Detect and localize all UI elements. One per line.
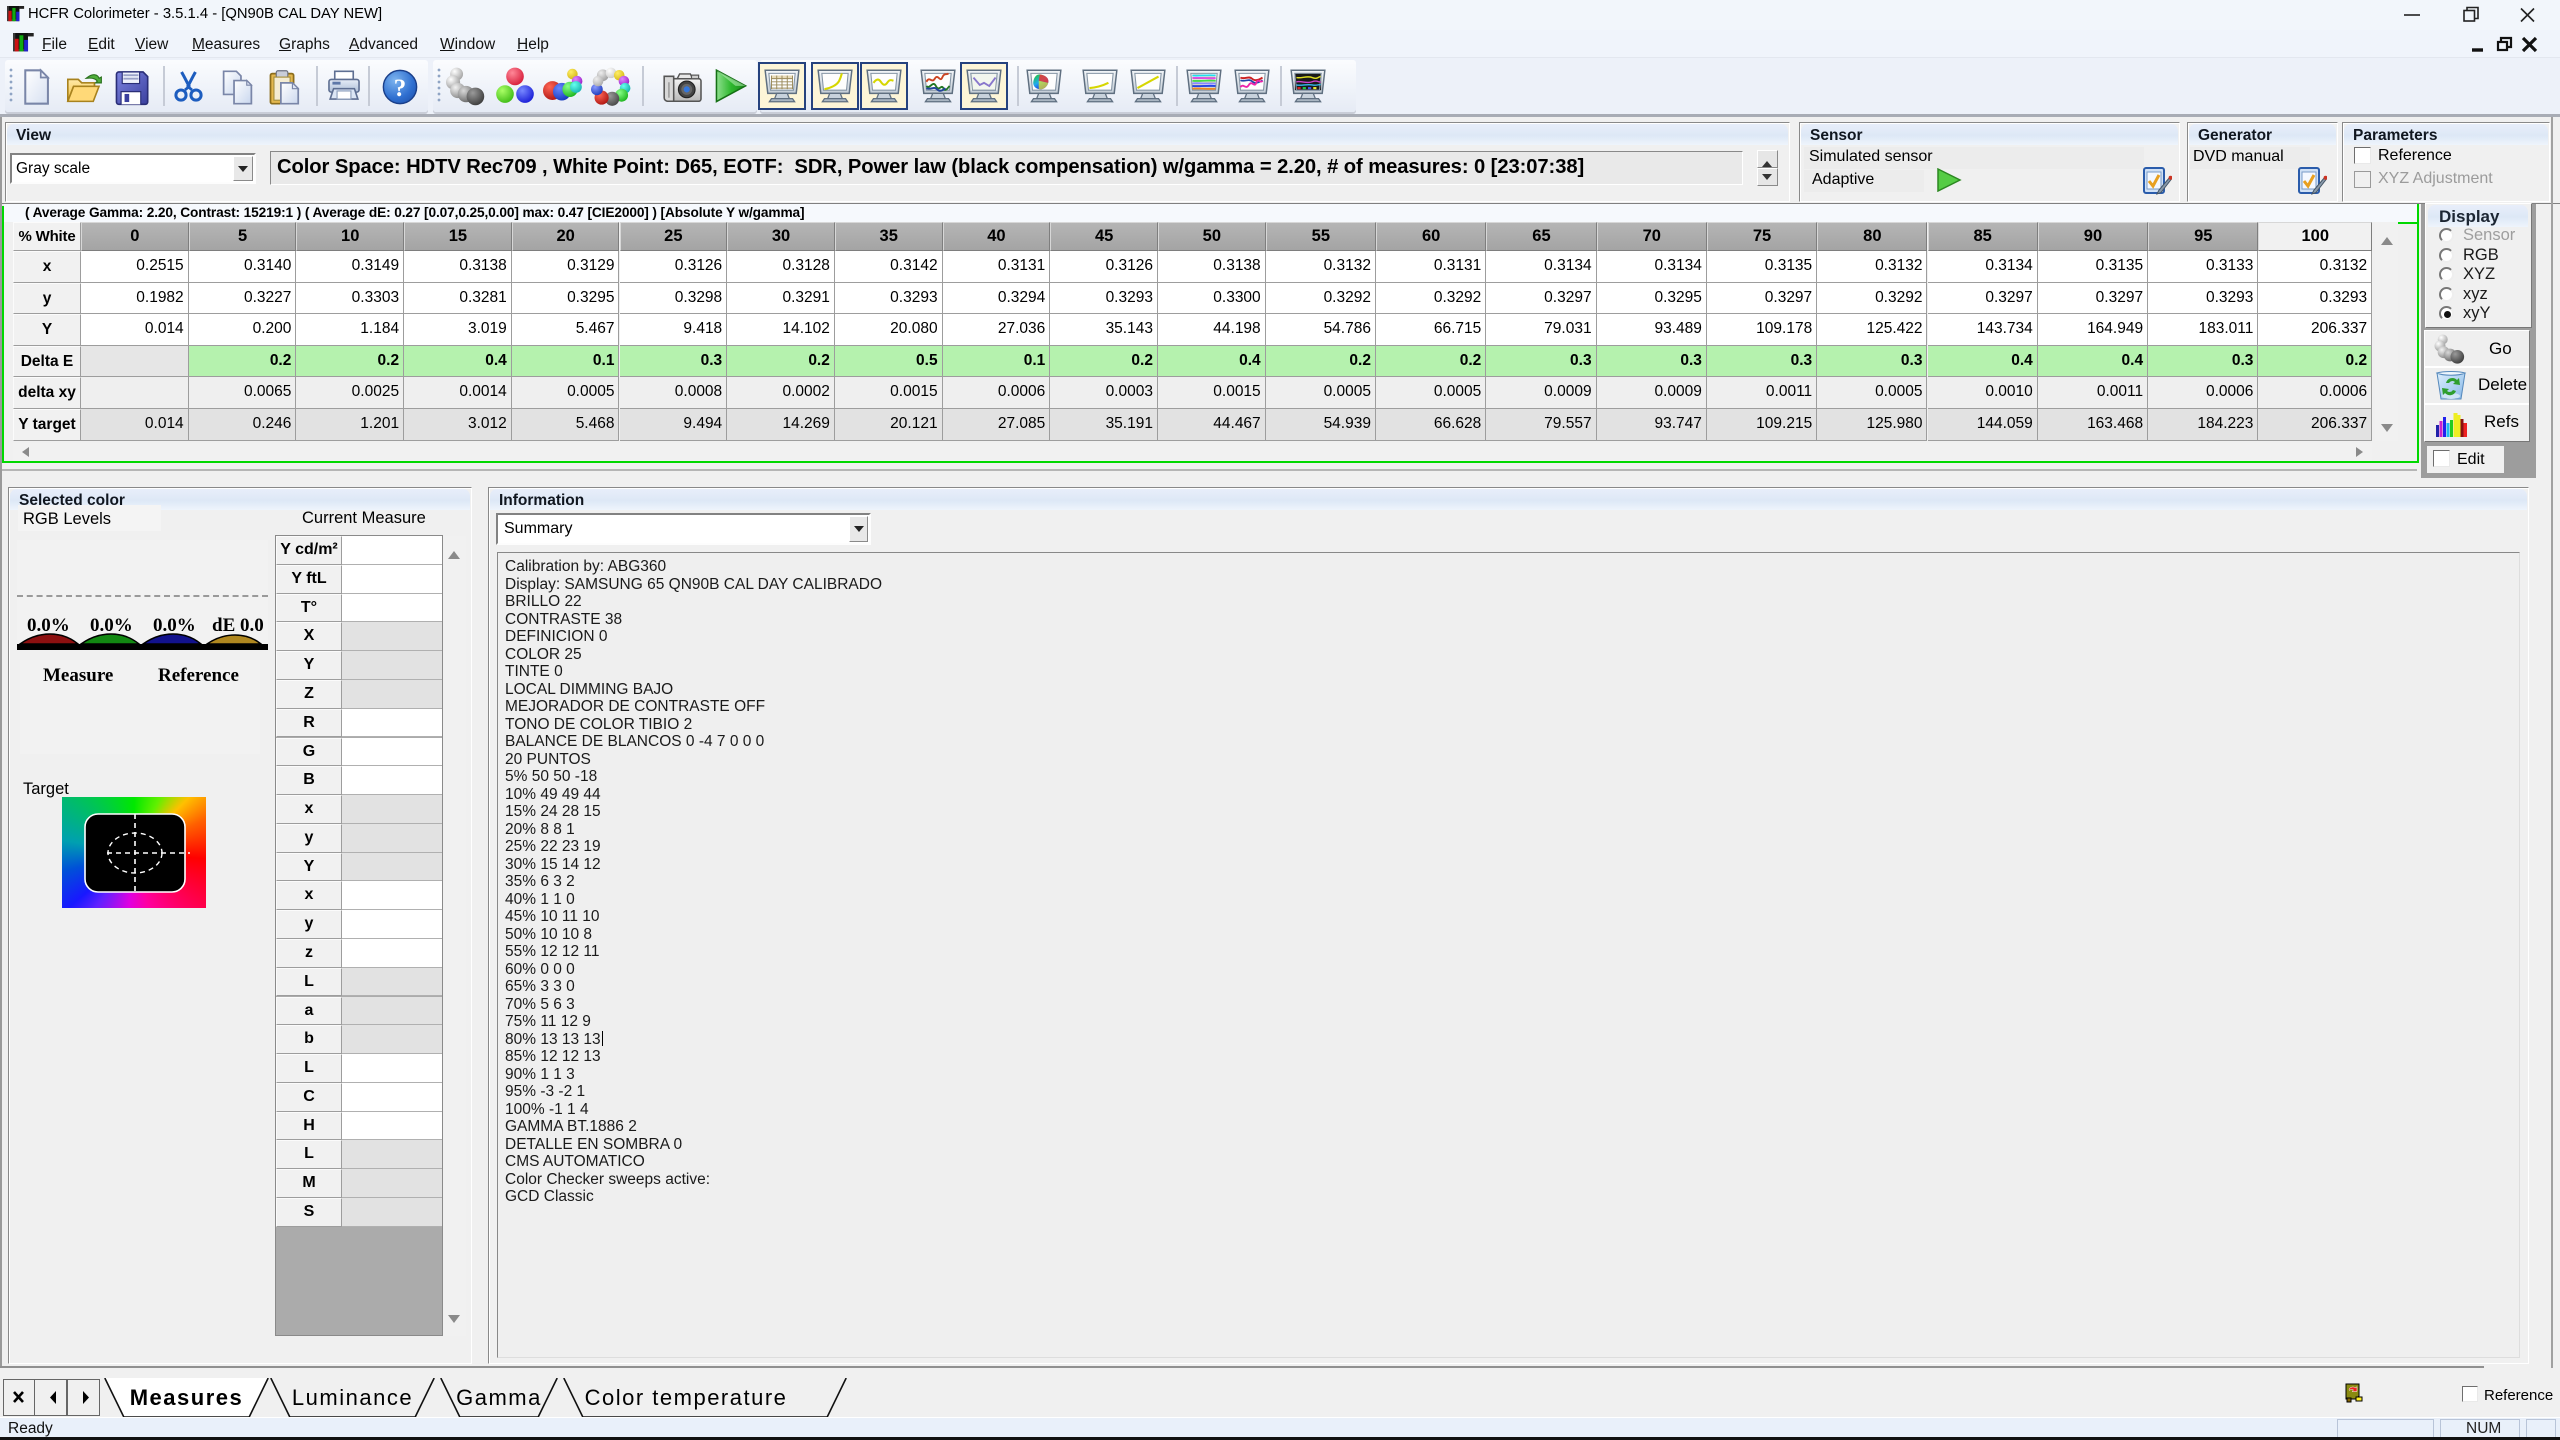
svg-text:?: ? — [394, 75, 406, 102]
